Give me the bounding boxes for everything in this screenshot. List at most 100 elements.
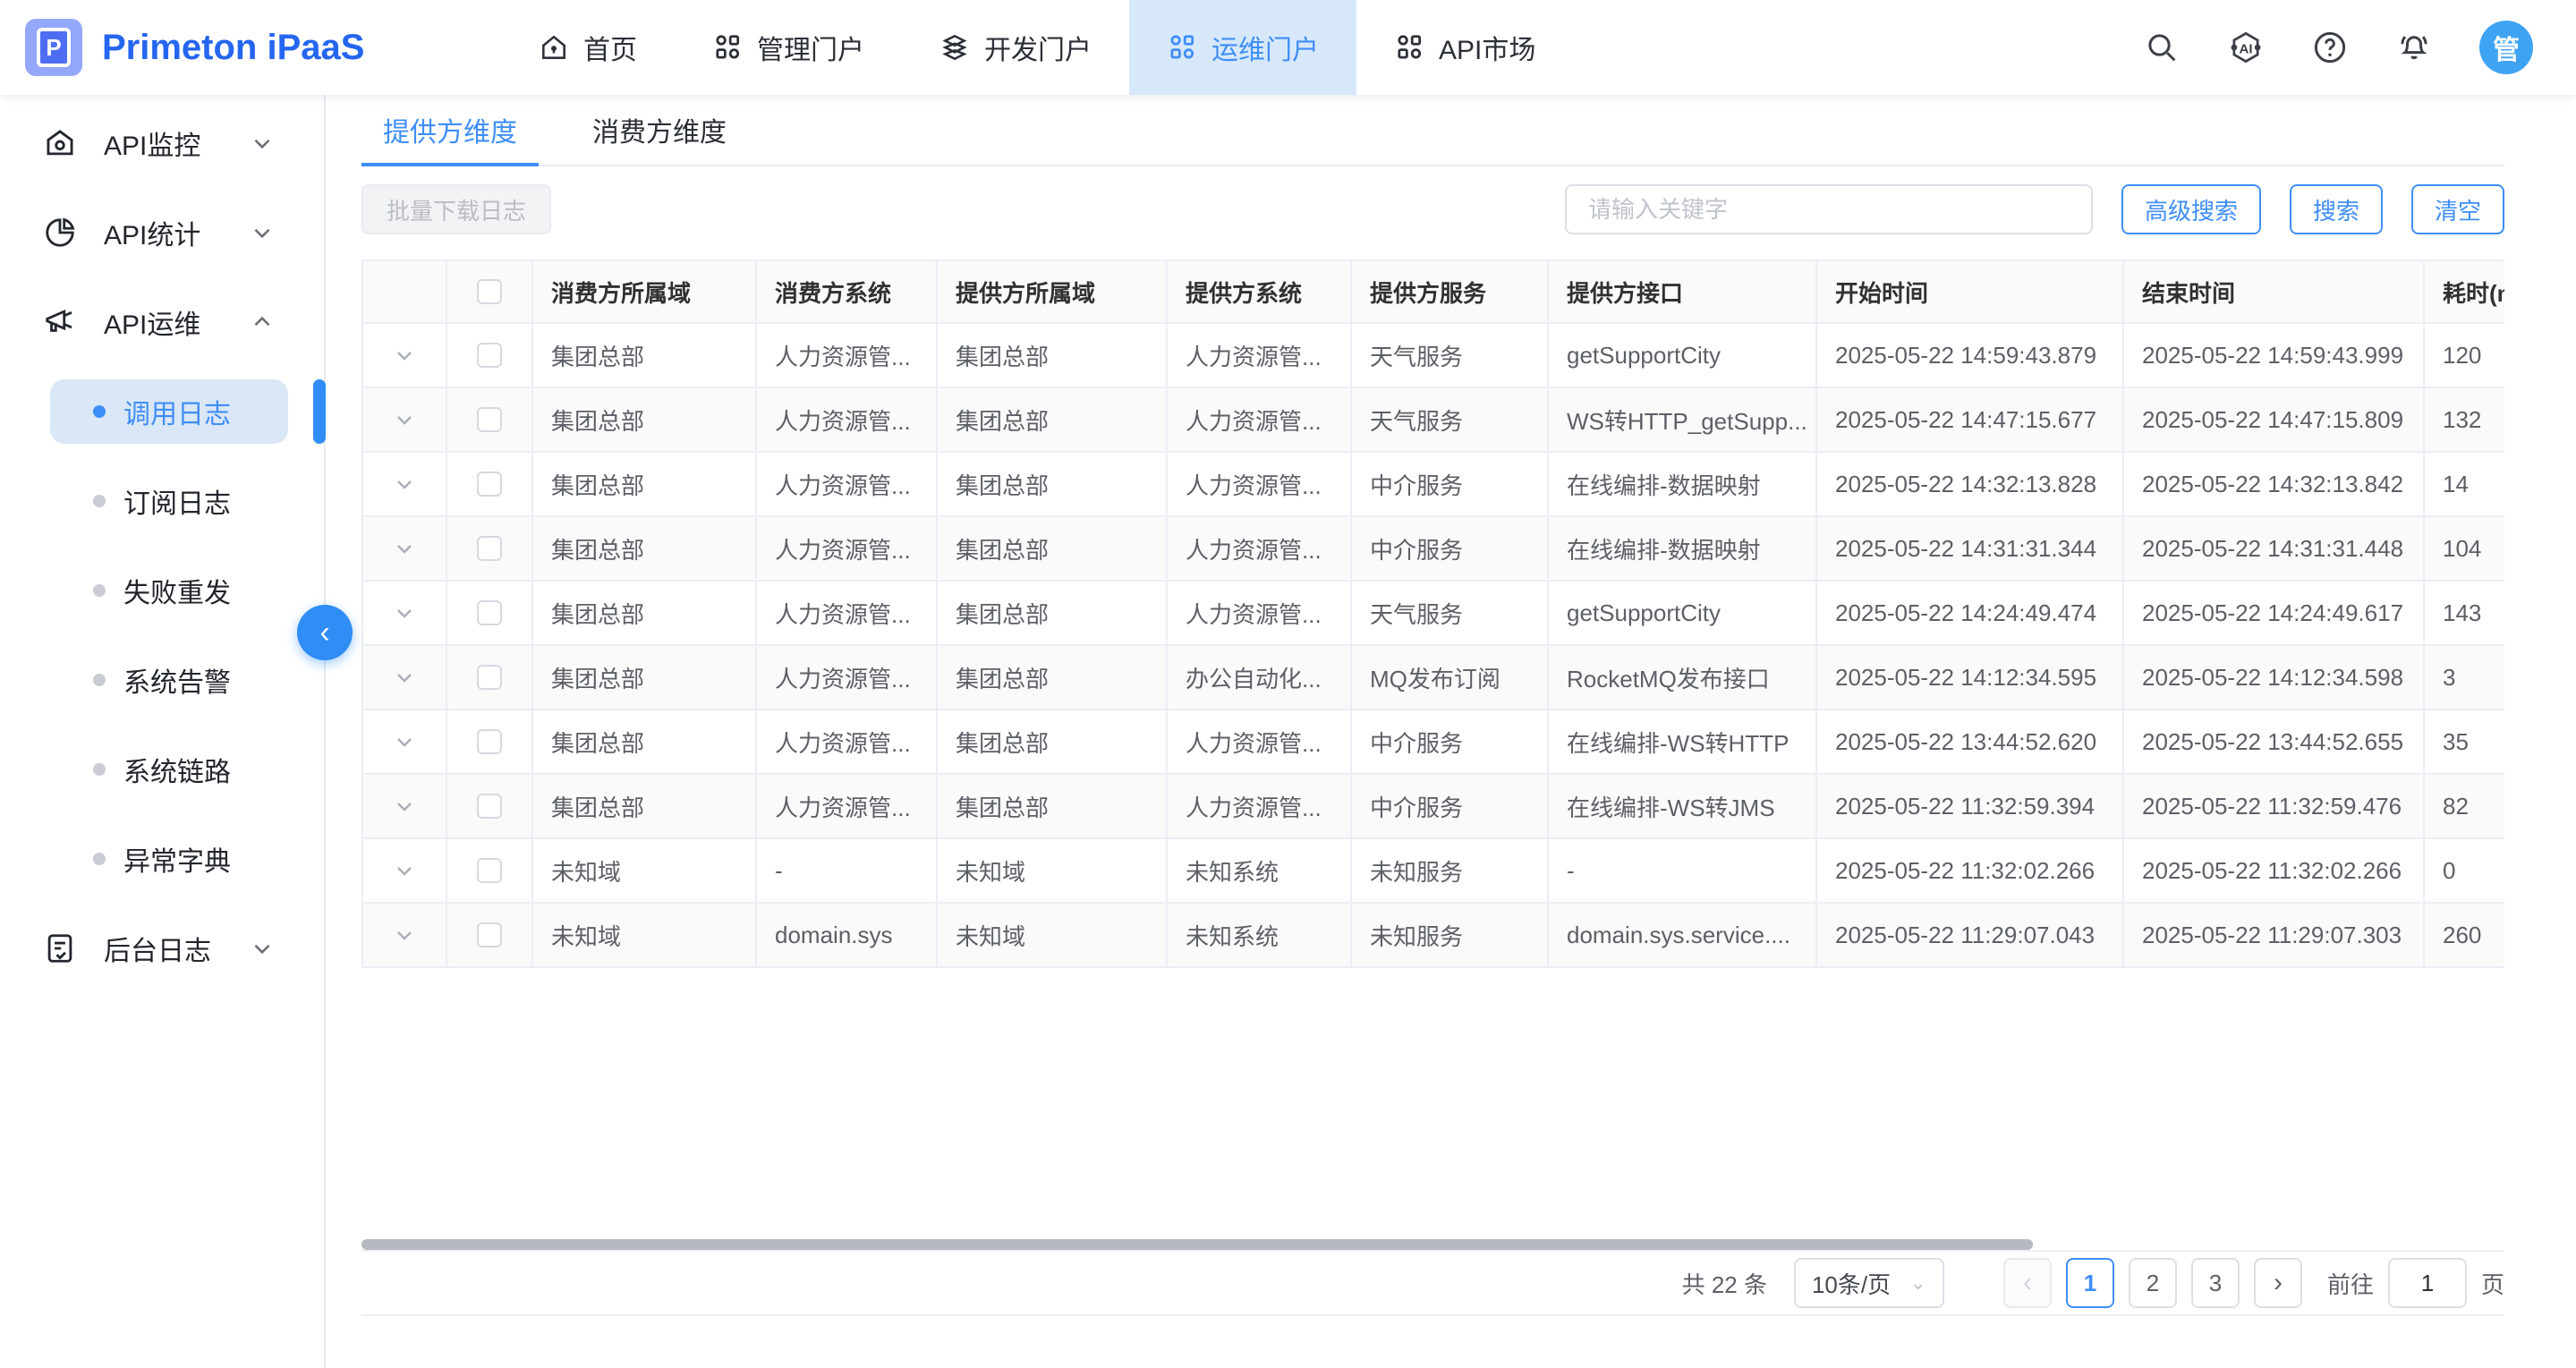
sidebar-item-pill[interactable]: 系统链路 [50, 737, 288, 802]
row-expand-icon[interactable] [394, 924, 415, 946]
checkbox-cell [447, 646, 533, 710]
row-expand-icon[interactable] [394, 409, 415, 430]
row-expand-icon[interactable] [394, 731, 415, 752]
table-cell: 2025-05-22 11:32:59.394 [1817, 775, 2124, 839]
table-cell: 天气服务 [1352, 324, 1549, 388]
table-cell: 14 [2425, 453, 2504, 517]
sidebar-item-pill[interactable]: 调用日志 [50, 379, 288, 444]
row-expand-icon[interactable] [394, 473, 415, 495]
search-icon[interactable] [2143, 29, 2181, 66]
checkbox-cell [447, 453, 533, 517]
row-checkbox[interactable] [477, 600, 502, 625]
chevron-down-icon: ⌄ [1910, 1271, 1926, 1295]
brand-logo-letter: P [37, 28, 71, 67]
bullet-dot-icon [93, 853, 106, 865]
tab-consumer[interactable]: 消费方维度 [571, 95, 748, 165]
row-expand-icon[interactable] [394, 538, 415, 559]
advanced-search-button[interactable]: 高级搜索 [2121, 184, 2261, 234]
table-cell: 未知域 [533, 839, 757, 904]
table-cell: 在线编排-数据映射 [1549, 453, 1817, 517]
sidebar: API监控API统计API运维调用日志订阅日志失败重发系统告警系统链路异常字典后… [0, 95, 326, 1368]
table-cell: 2025-05-22 14:31:31.448 [2124, 517, 2425, 582]
sidebar-group-api-stats[interactable]: API统计 [0, 188, 324, 277]
sidebar-item-pill[interactable]: 失败重发 [50, 558, 288, 623]
checkbox-cell [447, 775, 533, 839]
row-checkbox[interactable] [477, 343, 502, 368]
sidebar-group-backend-log[interactable]: 后台日志 [0, 904, 324, 993]
column-header: 提供方系统 [1168, 261, 1352, 324]
table-cell: 未知域 [938, 839, 1168, 904]
page-button-1[interactable]: 1 [2066, 1258, 2114, 1308]
grid-icon [1167, 32, 1197, 63]
select-all-checkbox[interactable] [477, 279, 502, 304]
table-cell: domain.sys [757, 904, 938, 968]
horizontal-scrollbar-thumb[interactable] [361, 1239, 2033, 1250]
bell-icon[interactable] [2395, 29, 2433, 66]
row-checkbox[interactable] [477, 407, 502, 432]
column-header: 耗时(ms) [2425, 261, 2504, 324]
table-cell: - [1549, 839, 1817, 904]
table-cell: 2025-05-22 11:29:07.043 [1817, 904, 2124, 968]
ai-icon[interactable]: AI [2227, 29, 2265, 66]
sidebar-collapse-button[interactable]: ‹ [297, 605, 353, 660]
table-cell: 2025-05-22 14:47:15.677 [1817, 388, 2124, 453]
chevron-down-icon [251, 221, 274, 244]
sidebar-item-pill[interactable]: 系统告警 [50, 648, 288, 712]
table-header-row: 消费方所属域消费方系统提供方所属域提供方系统提供方服务提供方接口开始时间结束时间… [363, 261, 2504, 324]
page-button-3[interactable]: 3 [2191, 1258, 2240, 1308]
clear-button[interactable]: 清空 [2411, 184, 2504, 234]
table-cell: 3 [2425, 646, 2504, 710]
bullet-dot-icon [93, 405, 106, 418]
row-checkbox[interactable] [477, 858, 502, 883]
keyword-search-input[interactable] [1565, 184, 2093, 234]
table-row: 未知域-未知域未知系统未知服务-2025-05-22 11:32:02.2662… [363, 839, 2504, 904]
prev-page-button[interactable]: ‹ [2003, 1258, 2052, 1308]
column-header: 提供方服务 [1352, 261, 1549, 324]
row-checkbox[interactable] [477, 665, 502, 690]
table-row: 集团总部人力资源管...集团总部人力资源管...中介服务在线编排-WS转JMS2… [363, 775, 2504, 839]
table-cell: 集团总部 [533, 517, 757, 582]
row-expand-icon[interactable] [394, 795, 415, 817]
search-button[interactable]: 搜索 [2290, 184, 2383, 234]
row-checkbox[interactable] [477, 536, 502, 561]
nav-item-ops[interactable]: 运维门户 [1129, 0, 1356, 95]
table-cell: 人力资源管... [757, 582, 938, 646]
row-checkbox[interactable] [477, 794, 502, 819]
table-cell: 集团总部 [533, 646, 757, 710]
table-row: 集团总部人力资源管...集团总部人力资源管...天气服务getSupportCi… [363, 324, 2504, 388]
user-avatar[interactable]: 管 [2479, 21, 2533, 74]
page-button-2[interactable]: 2 [2129, 1258, 2177, 1308]
help-icon[interactable] [2311, 29, 2349, 66]
table-cell: 人力资源管... [757, 710, 938, 775]
table-cell: 在线编排-WS转HTTP [1549, 710, 1817, 775]
table-cell: 82 [2425, 775, 2504, 839]
next-page-button[interactable]: › [2254, 1258, 2302, 1308]
row-checkbox[interactable] [477, 729, 502, 754]
table-cell: 人力资源管... [757, 775, 938, 839]
goto-page-input[interactable] [2388, 1258, 2467, 1308]
column-header: 消费方所属域 [533, 261, 757, 324]
row-expand-icon[interactable] [394, 602, 415, 624]
row-expand-icon[interactable] [394, 667, 415, 688]
row-checkbox[interactable] [477, 922, 502, 947]
sidebar-item-pill[interactable]: 订阅日志 [50, 469, 288, 533]
page-size-select[interactable]: 10条/页 ⌄ [1794, 1258, 1944, 1308]
nav-item-dev[interactable]: 开发门户 [902, 0, 1129, 95]
row-expand-icon[interactable] [394, 860, 415, 881]
sidebar-item-pill[interactable]: 异常字典 [50, 827, 288, 891]
tab-provider[interactable]: 提供方维度 [361, 95, 539, 165]
nav-item-home[interactable]: 首页 [501, 0, 675, 95]
sidebar-item-call-log: 调用日志 [0, 367, 324, 456]
nav-item-admin[interactable]: 管理门户 [675, 0, 902, 95]
sidebar-group-api-monitor[interactable]: API监控 [0, 98, 324, 188]
row-checkbox[interactable] [477, 472, 502, 497]
batch-download-button[interactable]: 批量下载日志 [361, 184, 551, 234]
top-bar: P Primeton iPaaS 首页管理门户开发门户运维门户API市场 AI管 [0, 0, 2576, 95]
table-cell: 人力资源管... [1168, 775, 1352, 839]
sidebar-group-api-ops[interactable]: API运维 [0, 277, 324, 367]
table-cell: 集团总部 [938, 324, 1168, 388]
table-cell: getSupportCity [1549, 582, 1817, 646]
row-expand-icon[interactable] [394, 344, 415, 366]
table-cell: 143 [2425, 582, 2504, 646]
nav-item-market[interactable]: API市场 [1356, 0, 1573, 95]
